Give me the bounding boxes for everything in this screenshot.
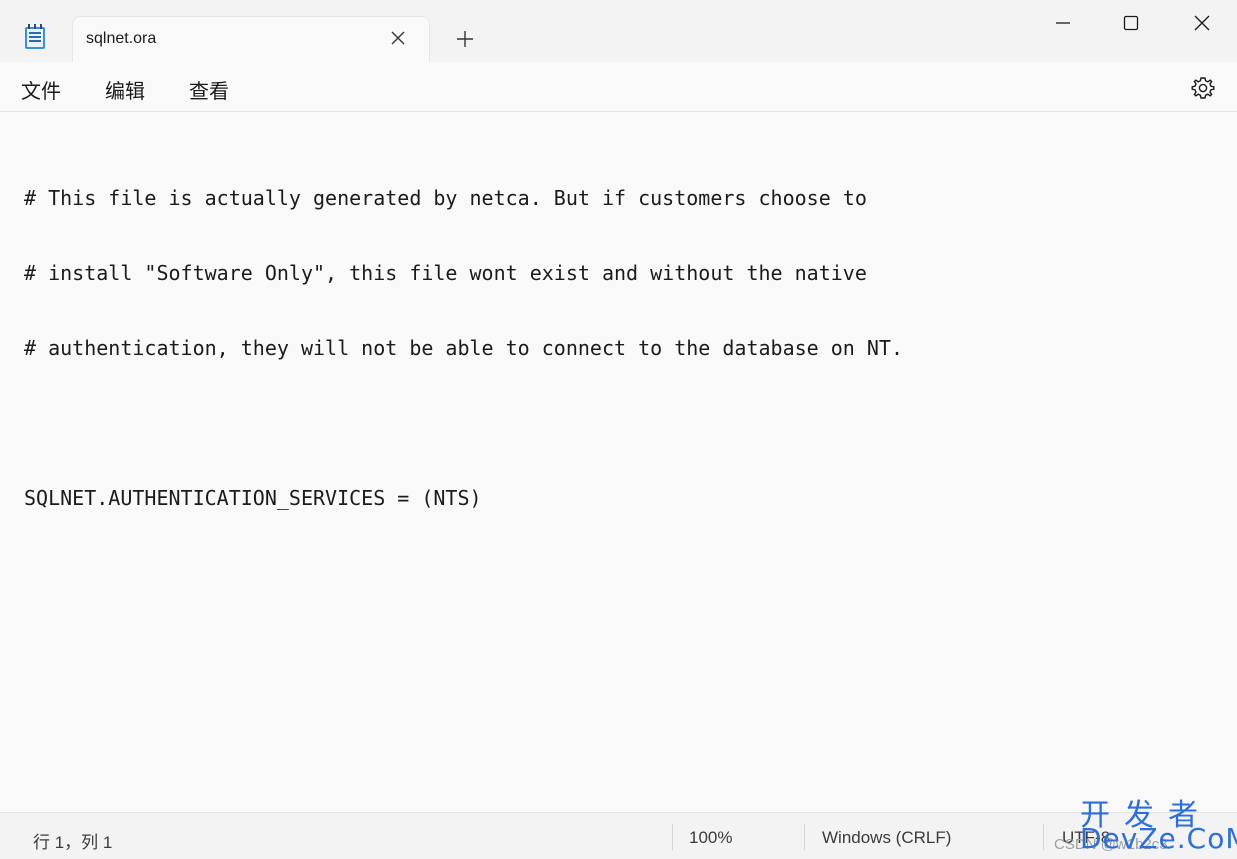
status-divider	[804, 824, 805, 850]
status-divider	[672, 824, 673, 850]
close-icon[interactable]	[389, 29, 407, 47]
menu-file[interactable]: 文件	[21, 75, 61, 104]
editor-line: # install "Software Only", this file won…	[24, 261, 867, 285]
minimize-button[interactable]	[1040, 8, 1086, 38]
notepad-icon	[25, 24, 45, 49]
tab-title: sqlnet.ora	[86, 30, 157, 47]
status-divider	[1043, 824, 1044, 850]
notepad-window: sqlnet.ora 文件 编辑 查看 # This file is actua…	[0, 0, 1237, 859]
plus-icon[interactable]	[454, 28, 476, 50]
editor-area[interactable]: # This file is actually generated by net…	[0, 112, 1237, 812]
close-window-button[interactable]	[1179, 8, 1225, 38]
editor-line: SQLNET.AUTHENTICATION_SERVICES = (NTS)	[24, 486, 482, 510]
zoom-level[interactable]: 100%	[689, 828, 732, 848]
line-ending[interactable]: Windows (CRLF)	[822, 828, 951, 848]
maximize-button[interactable]	[1108, 8, 1154, 38]
gear-icon[interactable]	[1190, 75, 1216, 101]
minimize-icon	[1056, 22, 1070, 24]
editor-line: # authentication, they will not be able …	[24, 336, 903, 360]
menu-view[interactable]: 查看	[189, 75, 229, 104]
maximize-icon	[1123, 15, 1139, 31]
encoding[interactable]: UTF-8	[1062, 828, 1110, 848]
editor-text[interactable]: # This file is actually generated by net…	[24, 136, 903, 561]
title-bar[interactable]: sqlnet.ora	[0, 0, 1237, 62]
cursor-position: 行 1，列 1	[33, 833, 113, 852]
close-icon	[1194, 15, 1210, 31]
status-bar: 行 1，列 1 100% Windows (CRLF) UTF-8	[0, 812, 1237, 859]
editor-line: # This file is actually generated by net…	[24, 186, 867, 210]
tab-sqlnet-ora[interactable]: sqlnet.ora	[72, 16, 430, 62]
menu-bar: 文件 编辑 查看	[0, 62, 1237, 112]
menu-edit[interactable]: 编辑	[105, 75, 145, 104]
